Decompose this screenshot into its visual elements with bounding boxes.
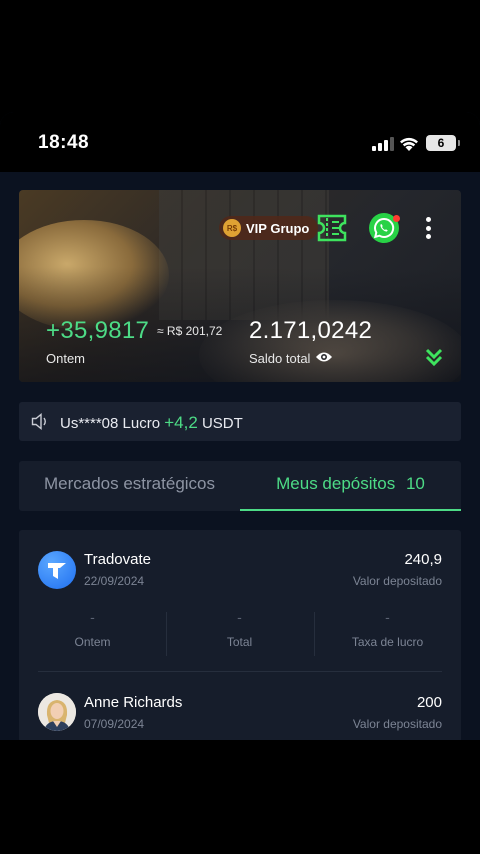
status-bar: 18:48 6 [0, 112, 480, 172]
app-screen: 18:48 6 R$ VIP Grupo +35,9817 ≈ R$ 201,7… [0, 112, 480, 740]
coin-icon: R$ [223, 219, 241, 237]
stat-profit-rate-label: Taxa de lucro [351, 635, 424, 649]
stat-total-label: Total [226, 635, 253, 649]
deposit-date: 07/09/2024 [84, 717, 145, 731]
bottom-black-bar [0, 740, 480, 854]
yesterday-profit-brl: ≈ R$ 201,72 [157, 324, 223, 338]
row-divider [38, 671, 442, 672]
chevrons-down-icon[interactable] [425, 347, 443, 367]
yesterday-profit-label: Ontem [46, 351, 86, 366]
deposit-amount-label: Valor depositado [352, 574, 442, 588]
tab-my-deposits[interactable]: Meus depósitos 10 [240, 461, 461, 511]
announcement-currency: USDT [201, 415, 243, 432]
balance-banner: R$ VIP Grupo +35,9817 ≈ R$ 201,72 Ontem … [19, 190, 461, 382]
yesterday-profit-value: +35,9817 [46, 317, 150, 344]
tab-bar: Mercados estratégicos Meus depósitos 10 [19, 461, 461, 511]
signal-icon [372, 137, 394, 151]
speaker-icon [31, 413, 46, 430]
announcement-user: Us****08 Lucro [60, 415, 161, 432]
tab-strategic-markets[interactable]: Mercados estratégicos [19, 461, 240, 511]
total-balance-value: 2.171,0242 [249, 317, 373, 344]
deposit-amount: 240,9 [404, 551, 442, 568]
stat-total-value: - [237, 609, 242, 625]
vip-group-label: VIP Grupo [246, 220, 310, 236]
eye-icon[interactable] [315, 350, 333, 364]
notification-dot [393, 215, 400, 222]
profit-announcement: Us****08 Lucro +4,2 USDT [19, 402, 461, 441]
deposits-list: Tradovate 22/09/2024 240,9 Valor deposit… [19, 530, 461, 740]
deposit-name: Anne Richards [84, 694, 183, 711]
stat-yesterday: - Ontem [19, 609, 166, 649]
deposit-amount: 200 [416, 694, 442, 711]
tradovate-logo [38, 551, 76, 589]
stat-profit-rate-value: - [385, 609, 390, 625]
status-time: 18:48 [38, 132, 90, 153]
wifi-icon [400, 137, 418, 151]
deposit-name: Tradovate [84, 551, 151, 568]
top-black-bar [0, 0, 480, 112]
announcement-text: Us****08 Lucro +4,2 USDT [60, 413, 243, 433]
deposit-amount-label: Valor depositado [352, 717, 442, 731]
vip-group-button[interactable]: R$ VIP Grupo [219, 216, 319, 240]
stat-yesterday-label: Ontem [74, 635, 111, 649]
announcement-amount: +4,2 [164, 413, 198, 432]
tab-my-deposits-label: Meus depósitos [276, 474, 396, 493]
battery-icon: 6 [426, 135, 460, 151]
total-balance-label: Saldo total [249, 351, 311, 366]
tab-my-deposits-count: 10 [405, 474, 425, 493]
ticket-icon[interactable] [317, 214, 347, 242]
stat-total: - Total [166, 609, 313, 649]
more-options-icon[interactable] [421, 215, 435, 241]
stat-profit-rate: - Taxa de lucro [314, 609, 461, 649]
deposit-date: 22/09/2024 [84, 574, 145, 588]
avatar [38, 693, 76, 731]
stat-yesterday-value: - [90, 609, 95, 625]
